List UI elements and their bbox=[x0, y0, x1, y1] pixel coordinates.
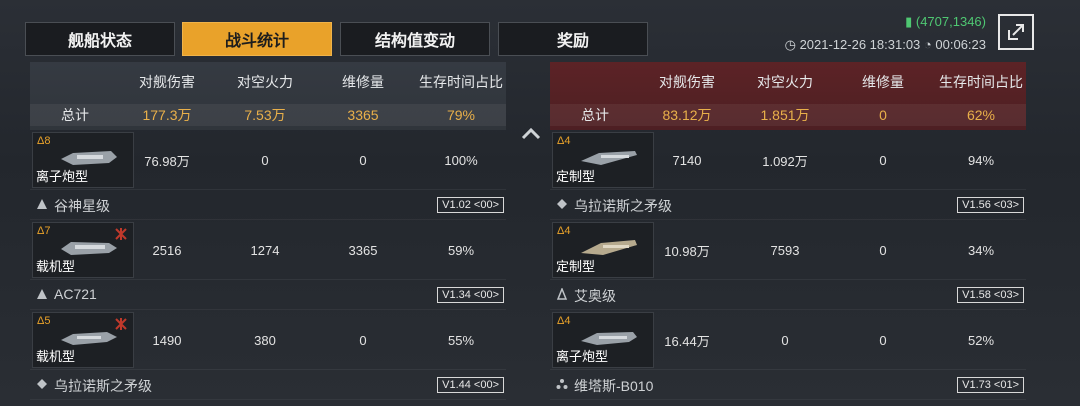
ally-stats-panel: 对舰伤害 对空火力 维修量 生存时间占比 总计 177.3万 7.53万 336… bbox=[30, 62, 506, 406]
ship-row[interactable]: Δ4 定制型 7140 1.092万 0 94% bbox=[550, 130, 1026, 190]
total-ship-damage: 83.12万 bbox=[662, 107, 712, 123]
col-survival: 生存时间占比 bbox=[939, 74, 1023, 90]
total-repair: 3365 bbox=[347, 107, 379, 123]
ship-class-header: 艾奥级 V1.58 <03> bbox=[550, 280, 1026, 310]
ship-class-icon bbox=[37, 379, 47, 389]
tab-rewards[interactable]: 奖励 bbox=[498, 22, 648, 56]
total-anti-air: 1.851万 bbox=[760, 107, 810, 123]
col-ship-damage: 对舰伤害 bbox=[659, 74, 715, 90]
location-pin-icon: ▮ bbox=[905, 14, 913, 29]
col-anti-air: 对空火力 bbox=[237, 74, 293, 90]
col-survival: 生存时间占比 bbox=[419, 74, 503, 90]
col-repair: 维修量 bbox=[342, 74, 384, 90]
share-button[interactable] bbox=[998, 14, 1034, 50]
timer-icon: ◔ bbox=[923, 37, 932, 52]
total-anti-air: 7.53万 bbox=[244, 107, 286, 123]
battle-time: ◷ 2021-12-26 18:31:03 ◔ 00:06:23 bbox=[784, 37, 986, 52]
enemy-header: 对舰伤害 对空火力 维修量 生存时间占比 总计 83.12万 1.851万 0 … bbox=[550, 62, 1026, 130]
total-survival: 62% bbox=[966, 107, 996, 123]
ship-class-icon bbox=[556, 288, 568, 300]
total-repair: 0 bbox=[879, 107, 887, 123]
ship-class-icon bbox=[556, 379, 568, 389]
ship-class-header: 维塔斯-B010 V1.73 <01> bbox=[550, 370, 1026, 400]
ship-class-icon bbox=[557, 199, 567, 209]
version-badge: V1.73 <01> bbox=[957, 377, 1024, 393]
ship-class-icon bbox=[37, 289, 47, 299]
col-ship-damage: 对舰伤害 bbox=[139, 74, 195, 90]
ship-row[interactable]: Δ7 载机型 2516 1274 3365 59% bbox=[30, 220, 506, 280]
ship-thumbnail: Δ4 定制型 bbox=[552, 132, 654, 188]
enemy-stats-panel: 对舰伤害 对空火力 维修量 生存时间占比 总计 83.12万 1.851万 0 … bbox=[550, 62, 1026, 406]
share-icon bbox=[1008, 24, 1024, 40]
ship-class-header: 乌拉诺斯之矛级 V1.44 <00> bbox=[30, 370, 506, 400]
coordinate-readout: ▮ (4707,1346) bbox=[905, 14, 986, 29]
ship-class-header: 谷神星级 V1.02 <00> bbox=[30, 190, 506, 220]
col-anti-air: 对空火力 bbox=[757, 74, 813, 90]
ship-class-icon bbox=[37, 199, 47, 209]
ship-thumbnail: Δ7 载机型 bbox=[32, 222, 134, 278]
total-ship-damage: 177.3万 bbox=[142, 107, 192, 123]
version-badge: V1.58 <03> bbox=[957, 287, 1024, 303]
tab-structure-change[interactable]: 结构值变动 bbox=[340, 22, 490, 56]
ship-thumbnail: Δ4 离子炮型 bbox=[552, 312, 654, 368]
collapse-icon[interactable] bbox=[519, 124, 543, 144]
ship-class-header: 乌拉诺斯之矛级 V1.56 <03> bbox=[550, 190, 1026, 220]
total-survival: 79% bbox=[446, 107, 476, 123]
total-label: 总计 bbox=[61, 107, 89, 123]
version-badge: V1.44 <00> bbox=[437, 377, 504, 393]
version-badge: V1.34 <00> bbox=[437, 287, 504, 303]
clock-icon: ◷ bbox=[784, 37, 796, 52]
ship-row[interactable]: Δ5 载机型 1490 380 0 55% bbox=[30, 310, 506, 370]
ship-thumbnail: Δ8 离子炮型 bbox=[32, 132, 134, 188]
ship-class-header: AC721 V1.34 <00> bbox=[30, 280, 506, 310]
ship-row[interactable]: Δ4 离子炮型 16.44万 0 0 52% bbox=[550, 310, 1026, 370]
ship-row[interactable]: Δ4 定制型 10.98万 7593 0 34% bbox=[550, 220, 1026, 280]
ship-thumbnail: Δ5 载机型 bbox=[32, 312, 134, 368]
ship-thumbnail: Δ4 定制型 bbox=[552, 222, 654, 278]
total-label: 总计 bbox=[581, 107, 609, 123]
version-badge: V1.02 <00> bbox=[437, 197, 504, 213]
ship-row[interactable]: Δ8 离子炮型 76.98万 0 0 100% bbox=[30, 130, 506, 190]
tab-battle-stats[interactable]: 战斗统计 bbox=[182, 22, 332, 56]
tab-ship-status[interactable]: 舰船状态 bbox=[25, 22, 175, 56]
ally-header: 对舰伤害 对空火力 维修量 生存时间占比 总计 177.3万 7.53万 336… bbox=[30, 62, 506, 130]
version-badge: V1.56 <03> bbox=[957, 197, 1024, 213]
col-repair: 维修量 bbox=[862, 74, 904, 90]
